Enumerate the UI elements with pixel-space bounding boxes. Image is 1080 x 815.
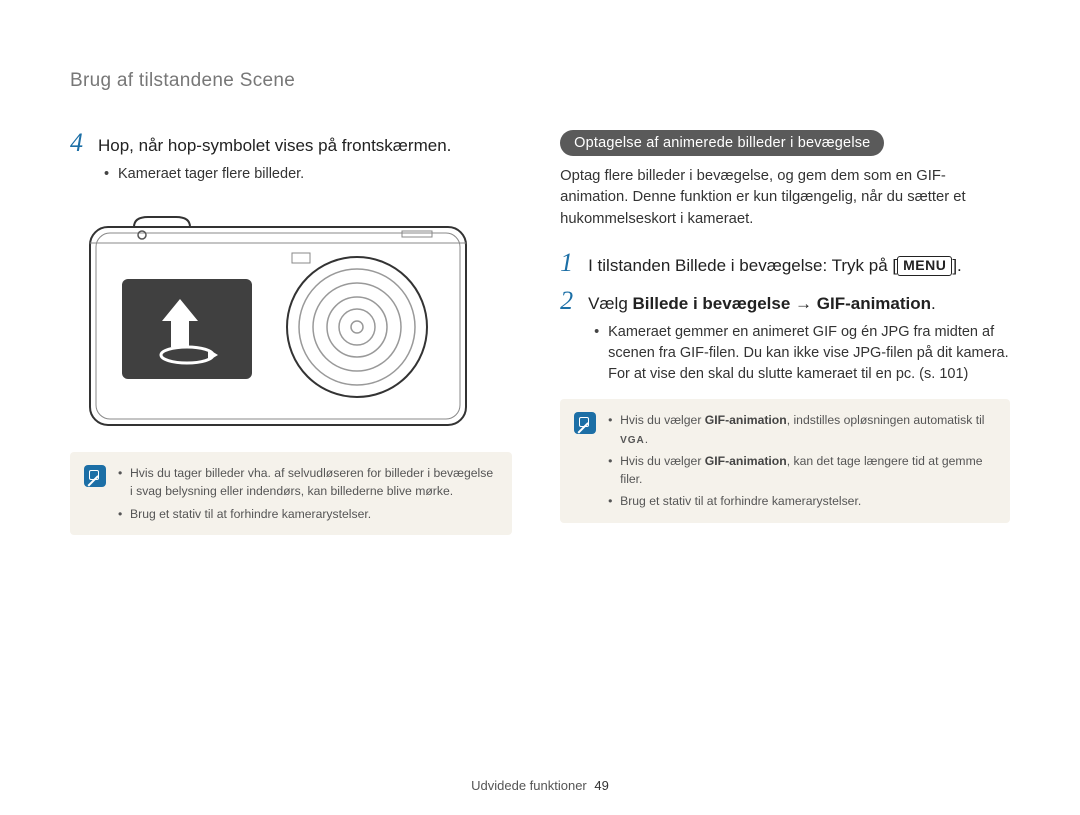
note-left-1: Hvis du tager billeder vha. af selvudløs… [118, 464, 496, 501]
nr1-pre: Hvis du vælger [620, 413, 705, 427]
page-footer: Udvidede funktioner 49 [0, 778, 1080, 793]
step-4-text: Hop, når hop-symbolet vises på frontskær… [98, 135, 451, 158]
nr1-bold: GIF-animation [705, 413, 787, 427]
note-icon [84, 465, 106, 487]
note-right-2: Hvis du vælger GIF-animation, kan det ta… [608, 452, 994, 489]
right-column: Optagelse af animerede billeder i bevæge… [560, 130, 1010, 535]
note-box-left: Hvis du tager billeder vha. af selvudløs… [70, 452, 512, 535]
content-columns: 4 Hop, når hop-symbolet vises på frontsk… [70, 130, 1010, 535]
step-number-2: 2 [560, 288, 578, 314]
step-1-post: ]. [952, 256, 961, 275]
step-2-bold: Billede i bevægelse → GIF-animation [633, 294, 932, 313]
step-2: 2 Vælg Billede i bevægelse → GIF-animati… [560, 288, 1010, 316]
section-title: Brug af tilstandene Scene [70, 70, 1010, 92]
step-number-1: 1 [560, 250, 578, 276]
step-1-pre: I tilstanden Billede i bevægelse: Tryk p… [588, 256, 897, 275]
topic-pill: Optagelse af animerede billeder i bevæge… [560, 130, 884, 156]
step-number-4: 4 [70, 130, 88, 156]
note-list-left: Hvis du tager billeder vha. af selvudløs… [118, 464, 496, 523]
vga-badge: VGA [620, 433, 645, 448]
camera-illustration [82, 209, 474, 433]
step-2-post: . [931, 294, 936, 313]
left-column: 4 Hop, når hop-symbolet vises på frontsk… [70, 130, 512, 535]
step-4-subitem: Kameraet tager flere billeder. [104, 164, 512, 185]
nr2-bold: GIF-animation [705, 454, 787, 468]
nr1-post: . [645, 432, 648, 446]
step-2-sublist: Kameraet gemmer en animeret GIF og én JP… [594, 322, 1010, 385]
nr1-mid: , indstilles opløsningen automatisk til [787, 413, 985, 427]
note-right-1: Hvis du vælger GIF-animation, indstilles… [608, 411, 994, 448]
nr2-pre: Hvis du vælger [620, 454, 705, 468]
step-2-pre: Vælg [588, 294, 632, 313]
step-2-subitem: Kameraet gemmer en animeret GIF og én JP… [594, 322, 1010, 385]
note-left-2: Brug et stativ til at forhindre kamerary… [118, 505, 496, 523]
note-icon [574, 412, 596, 434]
menu-badge: MENU [897, 256, 952, 275]
note-right-3: Brug et stativ til at forhindre kamerary… [608, 492, 994, 510]
note-list-right: Hvis du vælger GIF-animation, indstilles… [608, 411, 994, 510]
footer-page-number: 49 [594, 778, 608, 793]
footer-label: Udvidede funktioner [471, 778, 587, 793]
note-box-right: Hvis du vælger GIF-animation, indstilles… [560, 399, 1010, 522]
intro-text: Optag flere billeder i bevægelse, og gem… [560, 166, 1010, 230]
step-1: 1 I tilstanden Billede i bevægelse: Tryk… [560, 250, 1010, 278]
step-2-text: Vælg Billede i bevægelse → GIF-animation… [588, 293, 936, 316]
step-4-sublist: Kameraet tager flere billeder. [104, 164, 512, 185]
step-4: 4 Hop, når hop-symbolet vises på frontsk… [70, 130, 512, 158]
step-1-text: I tilstanden Billede i bevægelse: Tryk p… [588, 255, 962, 278]
